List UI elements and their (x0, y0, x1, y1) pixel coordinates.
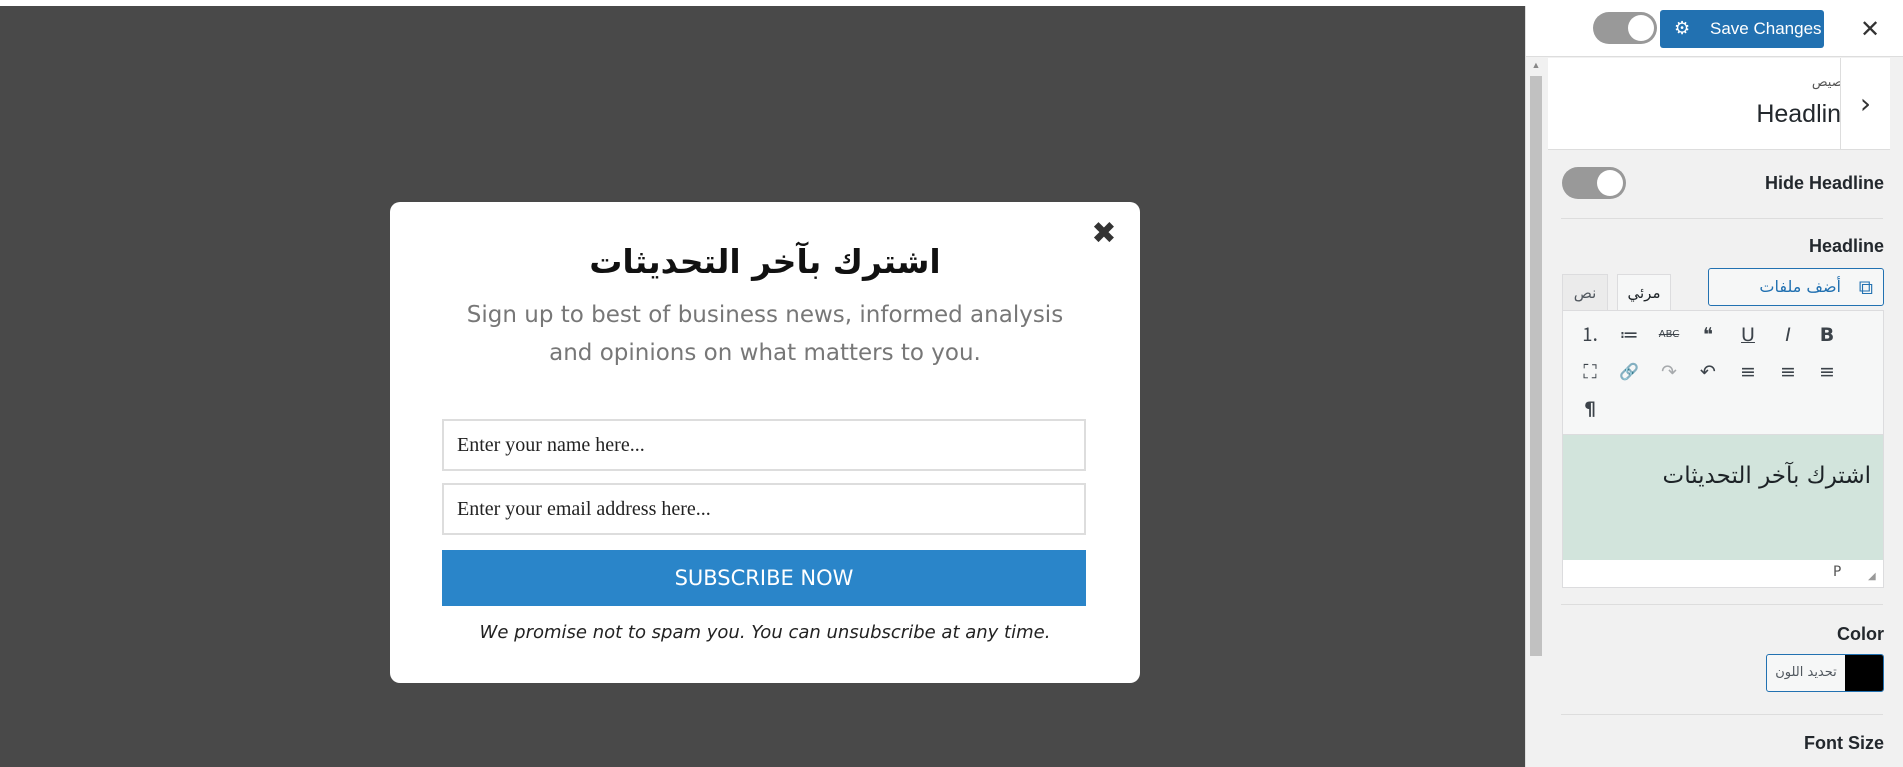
promise-text: We promise not to spam you. You can unsu… (479, 622, 1051, 643)
subscribe-modal: ✖ اشترك بآخر التحديثات Sign up to best o… (390, 202, 1140, 683)
editor-content: اشترك بآخر التحديثات (1662, 463, 1871, 489)
bullet-list-icon[interactable]: ≔ (1614, 320, 1644, 350)
toggle-knob (1628, 15, 1654, 41)
email-input[interactable]: Enter your email address here... (442, 483, 1086, 535)
resize-handle-icon[interactable]: ◢ (1868, 571, 1876, 582)
paragraph-direction-icon[interactable]: ¶ (1575, 394, 1605, 424)
headline-label: Headline (1808, 236, 1884, 256)
subscribe-button[interactable]: SUBSCRIBE NOW (442, 550, 1086, 606)
modal-title: اشترك بآخر التحديثات (589, 242, 941, 281)
section-header: تخصيص Headline (1548, 58, 1877, 150)
select-color-button[interactable]: تحديد اللون (1766, 654, 1884, 692)
chevron-right-icon[interactable]: › (1840, 58, 1890, 150)
strikethrough-icon[interactable]: ABC (1654, 320, 1684, 350)
toggle-knob (1597, 170, 1623, 196)
modal-subtitle: Sign up to best of business news, inform… (466, 302, 1064, 366)
save-changes-button[interactable]: ⚙ Save Changes (1660, 10, 1824, 48)
divider (1561, 714, 1883, 715)
tab-visual[interactable]: مرئي (1617, 274, 1671, 310)
divider (1561, 218, 1883, 219)
save-changes-label: Save Changes (1710, 19, 1822, 38)
tab-text[interactable]: نص (1562, 274, 1608, 310)
media-icon: ⧉ (1858, 275, 1873, 299)
scrollbar-thumb[interactable] (1530, 76, 1542, 656)
align-right-icon[interactable]: ≡ (1733, 357, 1763, 387)
fullscreen-icon[interactable]: ⛶ (1575, 357, 1605, 387)
font-size-label: Font Size (1804, 733, 1884, 753)
bold-icon[interactable]: B (1812, 320, 1842, 350)
add-media-button[interactable]: ⧉ أضف ملفات وسائط (1708, 268, 1884, 332)
underline-icon[interactable]: U (1733, 320, 1763, 350)
preview-toggle[interactable] (1593, 12, 1657, 44)
align-left-icon[interactable]: ≡ (1812, 357, 1842, 387)
scroll-up-arrow-icon[interactable]: ▲ (1530, 60, 1542, 70)
editor-toolbar: ⒈ ≔ ABC ❝ U I B ⛶ 🔗 ↷ ↶ ≡ ≡ ≡ ¶ (1563, 311, 1883, 435)
redo-icon[interactable]: ↷ (1654, 357, 1684, 387)
link-icon[interactable]: 🔗 (1614, 357, 1644, 387)
color-swatch (1845, 655, 1883, 691)
blockquote-icon[interactable]: ❝ (1693, 320, 1723, 350)
italic-icon[interactable]: I (1773, 320, 1803, 350)
editor-status-path: P (1833, 564, 1842, 580)
name-input[interactable]: Enter your name here... (442, 419, 1086, 471)
editor-content-area[interactable]: اشترك بآخر التحديثات (1563, 435, 1883, 560)
color-label: Color (1837, 624, 1884, 644)
hide-headline-toggle[interactable] (1562, 167, 1626, 199)
gear-icon: ⚙ (1674, 18, 1691, 39)
align-center-icon[interactable]: ≡ (1773, 357, 1803, 387)
select-color-label: تحديد اللون (1775, 665, 1837, 680)
divider (1561, 604, 1883, 605)
undo-icon[interactable]: ↶ (1693, 357, 1723, 387)
close-customizer-icon[interactable]: ✕ (1850, 10, 1890, 48)
hide-headline-label: Hide Headline (1764, 173, 1884, 193)
ordered-list-icon[interactable]: ⒈ (1575, 320, 1605, 350)
